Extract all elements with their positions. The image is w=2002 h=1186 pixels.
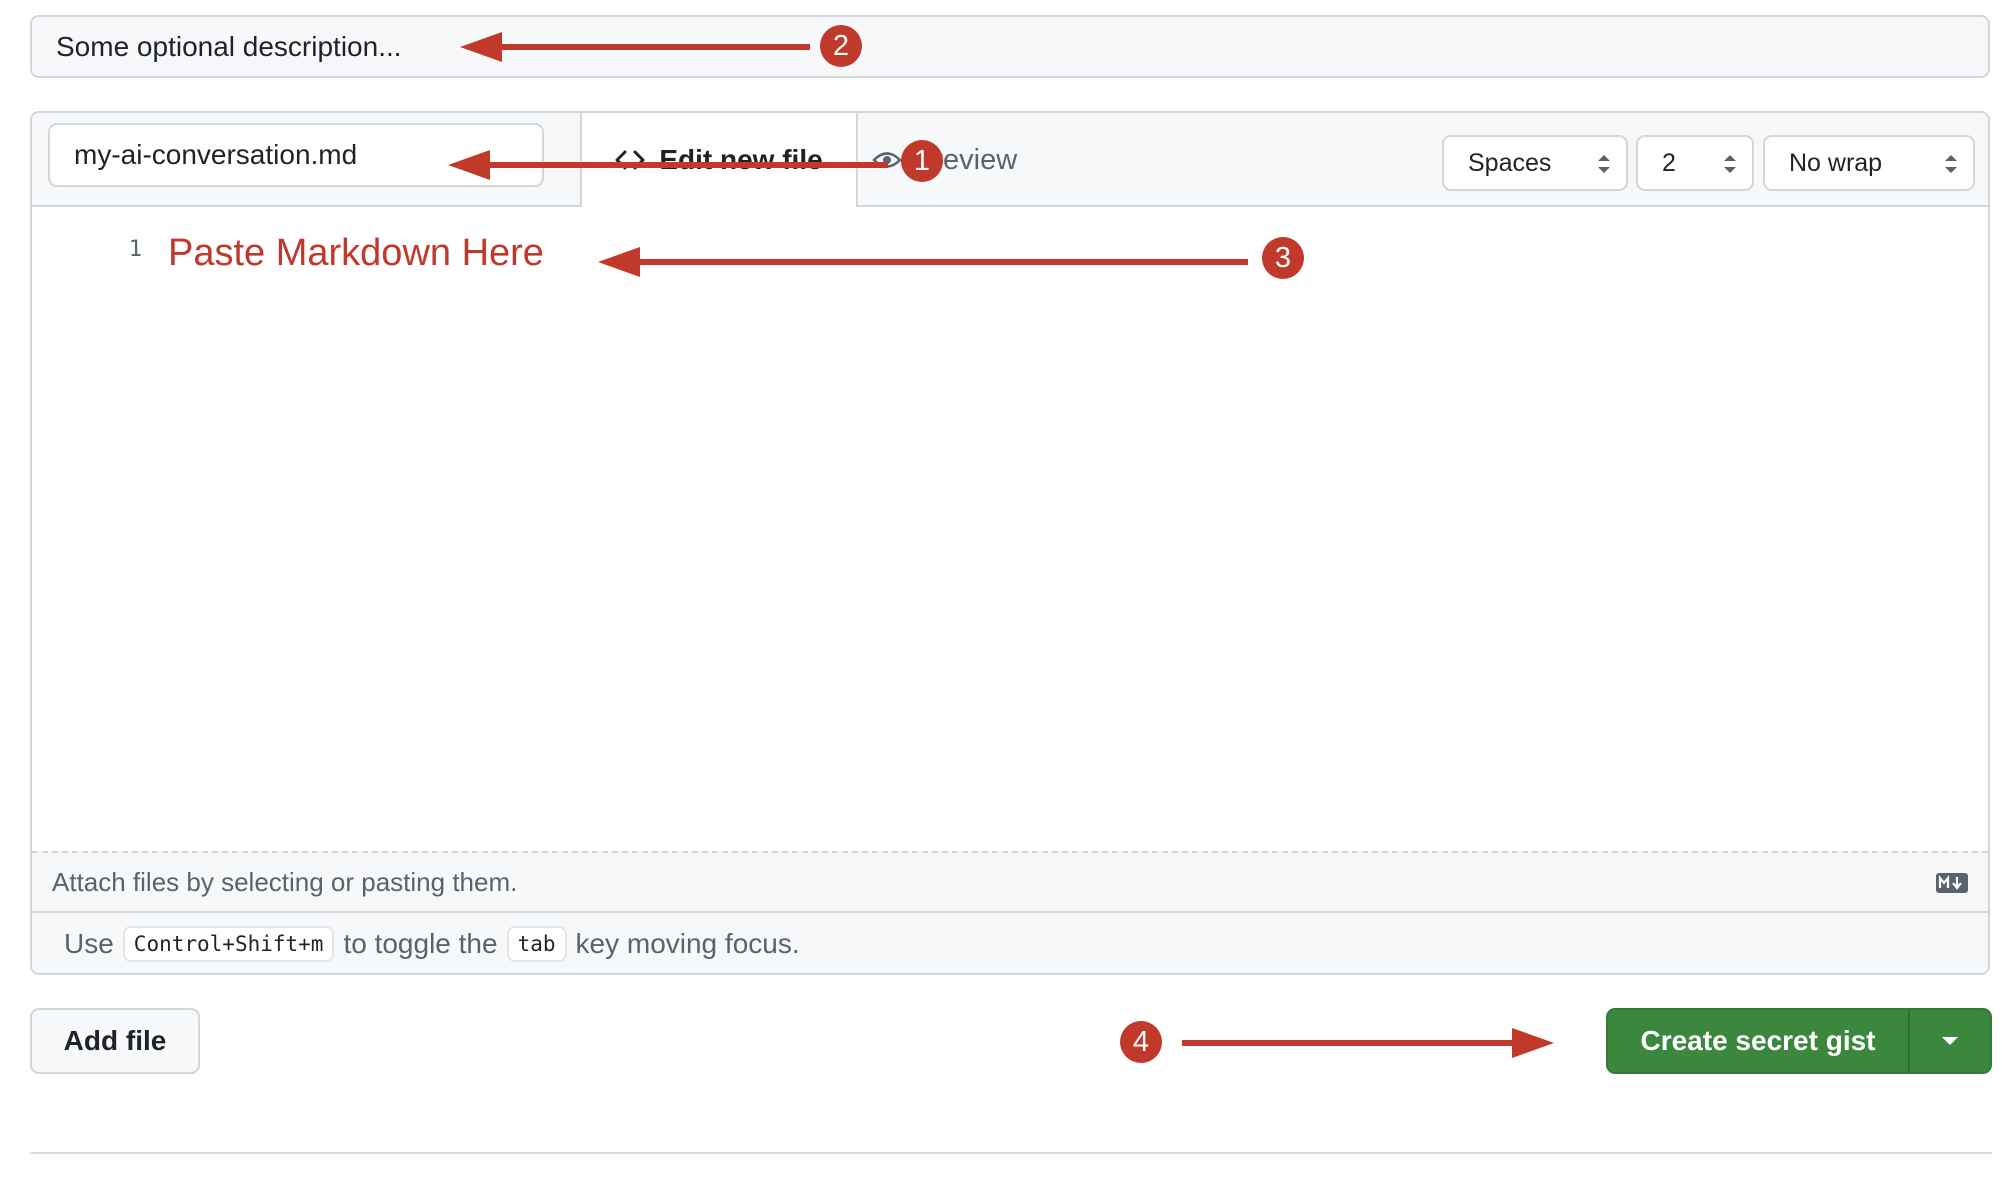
add-file-label: Add file bbox=[63, 1025, 167, 1056]
select-arrows-icon bbox=[1945, 155, 1957, 173]
attach-bar[interactable]: Attach files by selecting or pasting the… bbox=[32, 851, 1988, 913]
tab-edit-new-file[interactable]: Edit new file bbox=[580, 113, 858, 209]
code-editor[interactable]: 1 bbox=[32, 207, 1988, 851]
indent-size-value: 2 bbox=[1662, 148, 1676, 177]
shortcut-kbd: Control+Shift+m bbox=[122, 926, 335, 962]
step-badge-1: 1 bbox=[901, 140, 943, 182]
tab-edit-label: Edit new file bbox=[659, 144, 823, 175]
step-badge-2: 2 bbox=[820, 25, 862, 67]
attach-text: Attach files by selecting or pasting the… bbox=[52, 866, 518, 897]
indent-mode-select[interactable]: Spaces bbox=[1442, 135, 1628, 191]
select-arrows-icon bbox=[1598, 155, 1610, 173]
gist-editor-page: Some optional description... my-ai-conve… bbox=[0, 0, 2002, 1186]
step-badge-4: 4 bbox=[1120, 1021, 1162, 1063]
code-icon bbox=[615, 150, 645, 170]
caret-down-icon bbox=[1942, 1037, 1958, 1045]
create-secret-gist-button[interactable]: Create secret gist bbox=[1606, 1008, 1992, 1074]
step-badge-3: 3 bbox=[1262, 237, 1304, 279]
filename-value: my-ai-conversation.md bbox=[74, 139, 358, 170]
wrap-mode-value: No wrap bbox=[1789, 148, 1883, 177]
add-file-button[interactable]: Add file bbox=[30, 1008, 200, 1074]
help-suffix: key moving focus. bbox=[575, 928, 800, 959]
wrap-mode-select[interactable]: No wrap bbox=[1763, 135, 1975, 191]
line-number: 1 bbox=[128, 237, 142, 262]
help-prefix: Use bbox=[64, 928, 114, 959]
file-header: my-ai-conversation.md Edit new file Prev… bbox=[32, 113, 1988, 209]
description-input[interactable]: Some optional description... bbox=[30, 15, 1990, 78]
indent-mode-value: Spaces bbox=[1468, 148, 1552, 177]
create-gist-label: Create secret gist bbox=[1608, 1010, 1910, 1072]
filename-input[interactable]: my-ai-conversation.md bbox=[48, 123, 544, 187]
editor-hint-label: Paste Markdown Here bbox=[168, 232, 544, 274]
select-arrows-icon bbox=[1724, 155, 1736, 173]
tab-kbd: tab bbox=[506, 926, 567, 962]
help-bar: Use Control+Shift+m to toggle the tab ke… bbox=[32, 913, 1988, 973]
create-options-dropdown[interactable] bbox=[1910, 1010, 1990, 1072]
description-placeholder: Some optional description... bbox=[56, 30, 402, 62]
divider bbox=[30, 1152, 1992, 1154]
markdown-icon bbox=[1936, 873, 1968, 893]
help-middle: to toggle the bbox=[343, 928, 498, 959]
tab-preview[interactable]: Preview bbox=[872, 113, 1017, 207]
indent-size-select[interactable]: 2 bbox=[1636, 135, 1754, 191]
eye-icon bbox=[872, 152, 902, 168]
